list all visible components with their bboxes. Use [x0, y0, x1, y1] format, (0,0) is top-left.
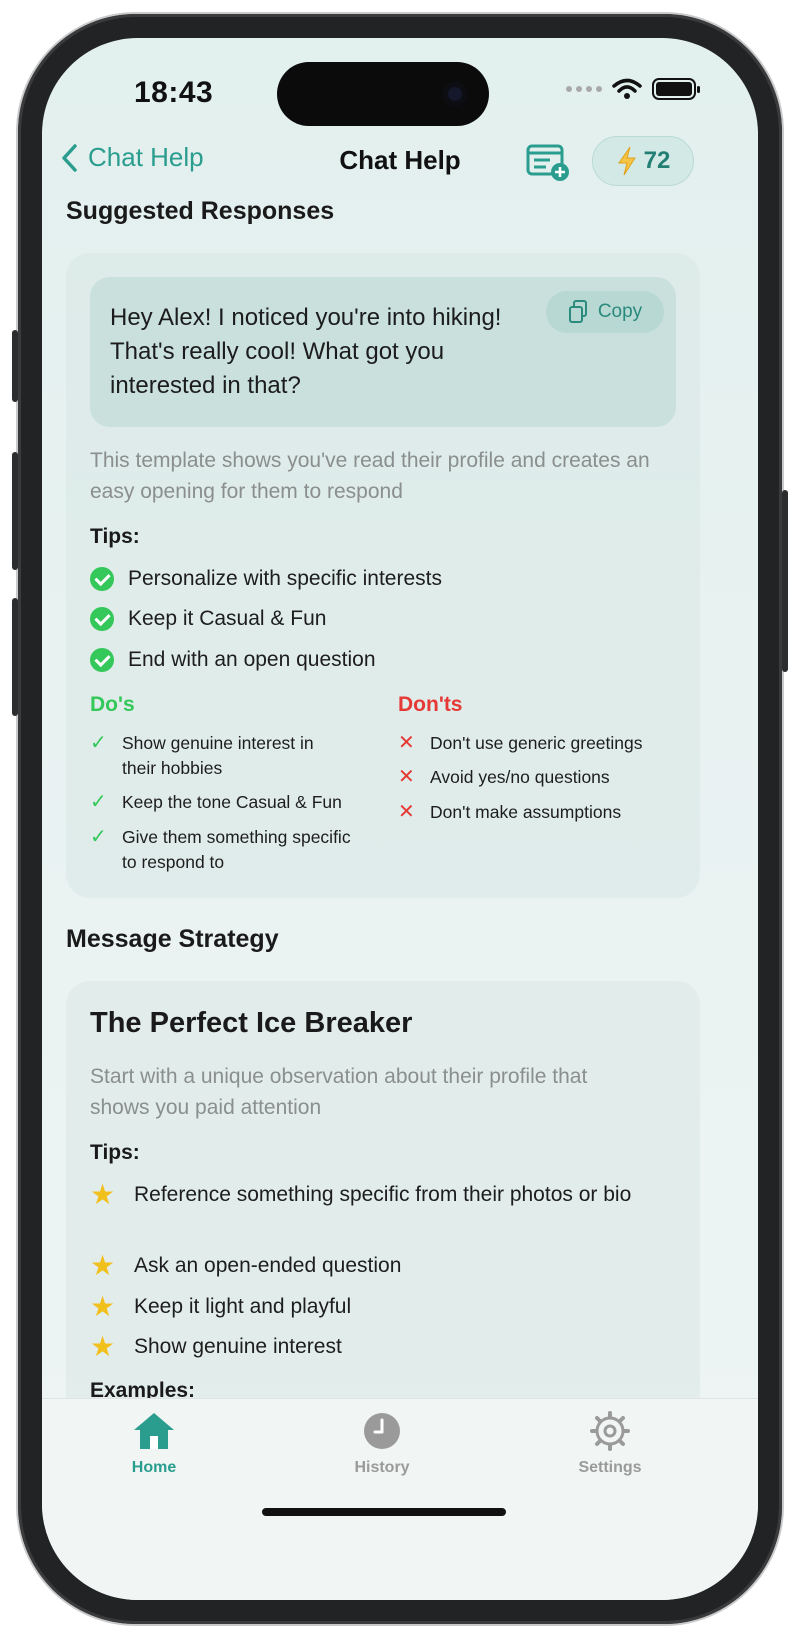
- dos-title: Do's: [90, 693, 135, 716]
- document-add-icon: [526, 144, 569, 181]
- checkmark-icon: ✓: [90, 791, 107, 813]
- strategy-tip-text: Reference something specific from their …: [134, 1183, 632, 1206]
- do-text: Keep the tone Casual & Fun: [122, 792, 342, 812]
- do-item: ✓ Show genuine interest in their hobbies: [90, 731, 352, 781]
- strategy-card: The Perfect Ice Breaker Start with a uni…: [66, 981, 700, 1398]
- x-mark-icon: ✕: [398, 766, 415, 788]
- tab-home-label: Home: [131, 1459, 177, 1476]
- do-text: Give them something specific to respond …: [122, 827, 351, 872]
- credits-count: 72: [643, 147, 671, 174]
- tip-item: End with an open question: [90, 644, 660, 675]
- new-note-button[interactable]: [526, 142, 570, 182]
- section-title-suggested: Suggested Responses: [66, 197, 335, 225]
- section-title-strategy: Message Strategy: [66, 925, 279, 953]
- strategy-tip-item: ★ Show genuine interest: [90, 1331, 660, 1362]
- star-icon: ★: [90, 1179, 116, 1210]
- dont-item: ✕ Don't use generic greetings: [398, 731, 698, 756]
- tip-text: End with an open question: [128, 648, 376, 671]
- volume-up-button: [12, 452, 18, 570]
- strategy-tip-item: ★ Reference something specific from thei…: [90, 1179, 660, 1210]
- tip-item: Keep it Casual & Fun: [90, 603, 660, 634]
- dont-text: Avoid yes/no questions: [430, 767, 610, 787]
- strategy-description: Start with a unique observation about th…: [90, 1065, 588, 1119]
- volume-down-button: [12, 598, 18, 716]
- do-item: ✓ Keep the tone Casual & Fun: [90, 790, 380, 815]
- strategy-tip-text: Ask an open-ended question: [134, 1254, 402, 1277]
- examples-label: Examples:: [90, 1379, 196, 1398]
- check-circle-icon: [90, 648, 114, 672]
- strategy-tips-label: Tips:: [90, 1141, 140, 1164]
- tip-item: Personalize with specific interests: [90, 563, 660, 594]
- suggested-message: Hey Alex! I noticed you're into hiking! …: [110, 304, 502, 399]
- wifi-icon: [612, 78, 642, 99]
- signal-dots-icon: [566, 86, 602, 92]
- x-mark-icon: ✕: [398, 732, 415, 754]
- x-mark-icon: ✕: [398, 801, 415, 823]
- star-icon: ★: [90, 1250, 116, 1281]
- dont-text: Don't use generic greetings: [430, 733, 643, 753]
- gear-icon: [590, 1411, 630, 1451]
- check-circle-icon: [90, 567, 114, 591]
- tip-text: Personalize with specific interests: [128, 567, 442, 590]
- home-indicator[interactable]: [262, 1508, 506, 1516]
- lightning-icon: [617, 146, 636, 176]
- donts-title: Don'ts: [398, 693, 463, 716]
- tab-bar: Home History Settings: [42, 1398, 758, 1600]
- star-icon: ★: [90, 1291, 116, 1322]
- strategy-tip-item: ★ Keep it light and playful: [90, 1291, 660, 1322]
- status-time: 18:43: [134, 76, 214, 109]
- tip-text: Keep it Casual & Fun: [128, 607, 327, 630]
- do-item: ✓ Give them something specific to respon…: [90, 825, 352, 875]
- screen: 18:43 Chat Help Chat Help 72 Suggested R…: [42, 38, 758, 1600]
- check-circle-icon: [90, 607, 114, 631]
- camera-icon: [443, 82, 467, 106]
- tips-label: Tips:: [90, 525, 140, 548]
- dont-text: Don't make assumptions: [430, 802, 622, 822]
- do-text: Show genuine interest in their hobbies: [122, 733, 314, 778]
- copy-label: Copy: [597, 301, 643, 322]
- checkmark-icon: ✓: [90, 732, 107, 754]
- battery-icon: [652, 78, 700, 100]
- dont-item: ✕ Avoid yes/no questions: [398, 765, 698, 790]
- tab-home[interactable]: Home: [84, 1409, 224, 1477]
- status-icons: [566, 78, 700, 100]
- template-description: This template shows you've read their pr…: [90, 449, 650, 503]
- strategy-title: The Perfect Ice Breaker: [90, 1007, 413, 1039]
- dynamic-island: [277, 62, 489, 126]
- suggested-response-card: Hey Alex! I noticed you're into hiking! …: [66, 253, 700, 898]
- tab-settings-label: Settings: [578, 1459, 642, 1476]
- home-icon: [134, 1413, 174, 1449]
- power-button: [782, 490, 788, 672]
- checkmark-icon: ✓: [90, 826, 107, 848]
- strategy-tip-text: Keep it light and playful: [134, 1295, 352, 1318]
- tab-history[interactable]: History: [312, 1409, 452, 1477]
- credits-badge[interactable]: 72: [592, 136, 694, 186]
- action-button: [12, 330, 18, 402]
- copy-icon: [568, 300, 587, 323]
- clock-icon: [364, 1413, 400, 1449]
- tab-settings[interactable]: Settings: [540, 1409, 680, 1477]
- message-bubble: Hey Alex! I noticed you're into hiking! …: [90, 277, 676, 427]
- star-icon: ★: [90, 1331, 116, 1362]
- content-scroll[interactable]: Suggested Responses Hey Alex! I noticed …: [42, 193, 758, 1398]
- dont-item: ✕ Don't make assumptions: [398, 800, 698, 825]
- strategy-tip-text: Show genuine interest: [134, 1335, 342, 1358]
- copy-button[interactable]: Copy: [546, 291, 664, 333]
- tab-history-label: History: [354, 1459, 410, 1476]
- strategy-tip-item: ★ Ask an open-ended question: [90, 1250, 660, 1281]
